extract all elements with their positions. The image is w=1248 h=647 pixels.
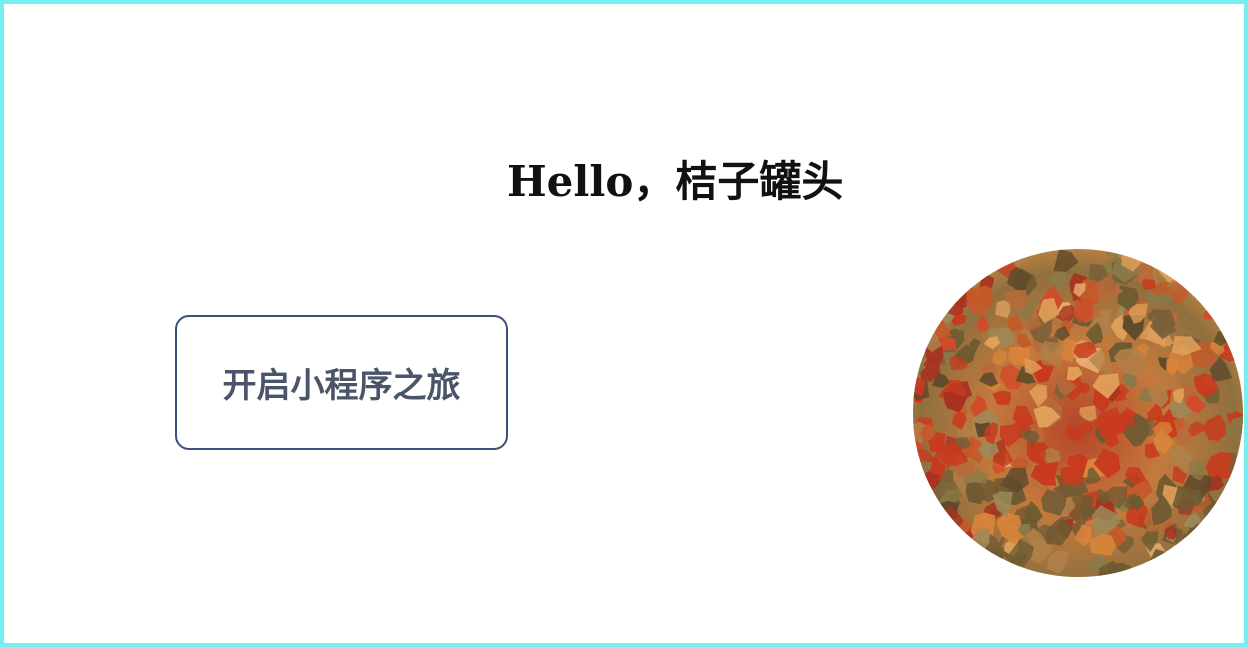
avatar-mosaic-tile: [918, 291, 949, 315]
avatar-mosaic-tile: [1189, 280, 1208, 299]
avatar-mosaic-tile: [926, 269, 941, 282]
avatar-mosaic-tile: [913, 563, 926, 577]
avatar-mosaic-tile: [913, 286, 930, 321]
avatar-mosaic-tile: [1200, 563, 1221, 577]
avatar-mosaic-tile: [959, 556, 973, 574]
avatar-mosaic-tile: [921, 537, 945, 564]
avatar-mosaic-tile: [1231, 557, 1243, 577]
avatar-mosaic-tile: [1209, 527, 1226, 546]
avatar-mosaic-tile: [913, 322, 926, 339]
avatar-mosaic-tile: [961, 566, 979, 577]
avatar-mosaic-tile: [1226, 478, 1243, 499]
avatar-mosaic-tile: [1224, 255, 1243, 282]
avatar-mosaic-tile: [1210, 263, 1235, 288]
avatar-mosaic-tile: [935, 249, 955, 275]
avatar-mosaic-tile: [920, 548, 934, 568]
avatar-mosaic-tile: [913, 534, 927, 551]
greeting-title: Hello，桔子罐头: [507, 157, 844, 206]
page-frame: Hello，桔子罐头 开启小程序之旅: [0, 0, 1248, 647]
avatar-mosaic-tile: [972, 249, 1001, 272]
avatar-mosaic-tile: [1202, 566, 1216, 577]
avatar-mosaic-tile: [1109, 564, 1125, 577]
start-journey-label: 开启小程序之旅: [222, 366, 461, 406]
avatar-image: [913, 249, 1243, 577]
avatar-mosaic-tile: [957, 249, 984, 268]
avatar-mosaic-tile: [1228, 554, 1243, 569]
avatar-mosaic-tile: [913, 331, 926, 348]
avatar-mosaic-tile: [950, 249, 977, 269]
avatar-mosaic-tile: [913, 494, 927, 516]
start-journey-button[interactable]: 开启小程序之旅: [175, 315, 508, 450]
avatar-mosaic-tile: [1203, 296, 1229, 320]
avatar-mosaic-tile: [919, 494, 938, 508]
avatar-mosaic-tile: [1210, 555, 1237, 577]
avatar-mosaic-tile: [922, 249, 935, 259]
avatar-mosaic-tile: [1190, 274, 1213, 298]
avatar-mosaic-tile: [919, 555, 946, 577]
avatar-mosaic-tile: [1161, 250, 1197, 269]
avatar-mosaic-tile: [913, 270, 939, 296]
avatar-mosaic-tile: [1209, 262, 1221, 274]
avatar-mosaic-tile: [932, 276, 961, 300]
avatar-mosaic-tile: [915, 551, 938, 577]
avatar-mosaic-tile: [964, 251, 982, 268]
avatar-mosaic-tile: [1187, 249, 1200, 260]
avatar-mosaic-tile: [1207, 261, 1235, 291]
avatar-mosaic-tile: [1228, 290, 1243, 317]
avatar-mosaic-tile: [927, 562, 960, 577]
avatar-mosaic-tile: [913, 294, 939, 322]
avatar-mosaic-tile: [913, 306, 922, 319]
avatar-mosaic-tile: [913, 503, 931, 534]
avatar-mosaic-tile: [1204, 525, 1227, 548]
avatar-mosaic-tile: [1142, 279, 1156, 290]
avatar-mosaic-tile: [1226, 516, 1243, 543]
avatar-mosaic-tile: [1167, 552, 1189, 575]
avatar-mosaic-tile: [1139, 565, 1155, 577]
avatar-mosaic-tile: [913, 301, 929, 319]
avatar-mosaic-tile: [1217, 290, 1237, 313]
avatar-mosaic-tile: [967, 260, 983, 282]
avatar-mosaic-tile: [959, 249, 974, 261]
avatar-mosaic-tile: [921, 298, 943, 318]
avatar-mosaic-tile: [1202, 249, 1234, 274]
avatar-mosaic-tile: [1233, 515, 1243, 533]
avatar-mosaic-tile: [1175, 533, 1198, 558]
avatar-mosaic-tile: [1230, 472, 1243, 491]
avatar-mosaic-tile: [924, 283, 948, 308]
avatar-mosaic-tile: [1229, 479, 1243, 508]
avatar-mosaic-tile: [1223, 326, 1243, 346]
avatar-mosaic-tile: [919, 269, 940, 285]
avatar[interactable]: [913, 249, 1243, 577]
avatar-mosaic-tile: [960, 271, 974, 287]
avatar-mosaic-tile: [942, 271, 968, 295]
